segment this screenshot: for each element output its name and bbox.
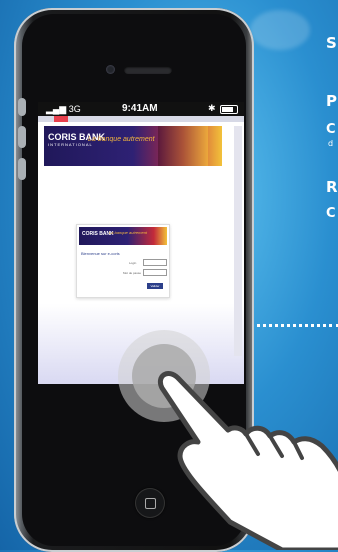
password-label: Mot de passe (123, 271, 142, 275)
front-camera-icon (106, 65, 115, 74)
login-label: Login (129, 261, 137, 265)
submit-button[interactable]: Valider (147, 283, 163, 289)
volume-down-button (18, 158, 26, 180)
site-banner: CORIS BANK INTERNATIONAL La banque autrem… (44, 126, 222, 166)
speaker-grille (124, 66, 172, 74)
promo-line-5: R (326, 178, 338, 196)
promo-line-3: C (326, 122, 336, 137)
banner-photo (158, 126, 208, 166)
browser-tab-bar (38, 116, 244, 122)
dotted-line (250, 324, 338, 327)
promo-line-4: d (328, 139, 334, 148)
password-input[interactable] (143, 269, 167, 276)
bluetooth-icon: ✱ (208, 103, 216, 113)
login-banner: CORIS BANK La banque autrement (79, 227, 167, 245)
status-bar: ▂▄▆ 3G 9:41AM ✱ (38, 102, 244, 116)
promo-line-6: C (326, 206, 336, 221)
login-slogan: La banque autrement (109, 230, 148, 235)
banner-slogan: La banque autrement (88, 136, 155, 143)
carrier-label: 3G (68, 104, 81, 114)
volume-up-button (18, 126, 26, 148)
promo-line-2: P (326, 92, 337, 110)
background-glow (250, 10, 310, 50)
login-heading: Bienvenue sur e-coris (81, 251, 120, 256)
signal-icon: ▂▄▆ 3G (46, 104, 81, 114)
login-panel: CORIS BANK La banque autrement Bienvenue… (76, 224, 170, 298)
browser-tab[interactable] (54, 116, 68, 122)
pointing-hand-icon (158, 371, 338, 550)
clock: 9:41AM (122, 103, 158, 114)
promo-line-1: S (326, 34, 337, 52)
battery-icon (220, 105, 238, 114)
page-scrollbar[interactable] (234, 126, 242, 356)
login-input[interactable] (143, 259, 167, 266)
mute-switch (18, 98, 26, 116)
